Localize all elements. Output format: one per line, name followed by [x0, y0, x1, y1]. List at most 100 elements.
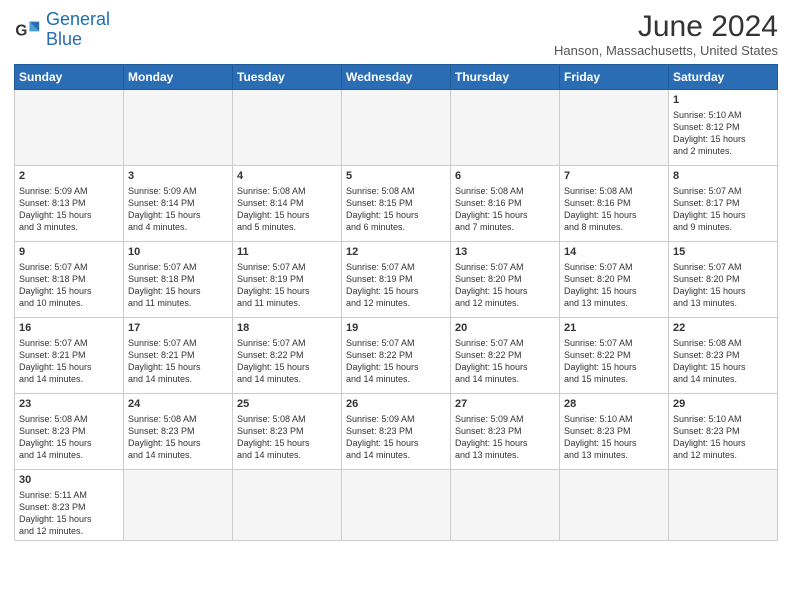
logo: G General Blue [14, 10, 110, 50]
calendar-cell [342, 90, 451, 166]
day-number: 5 [346, 169, 446, 184]
day-info: Sunrise: 5:07 AM Sunset: 8:21 PM Dayligh… [19, 337, 119, 386]
day-number: 19 [346, 321, 446, 336]
calendar-cell: 27Sunrise: 5:09 AM Sunset: 8:23 PM Dayli… [451, 394, 560, 470]
calendar-cell: 19Sunrise: 5:07 AM Sunset: 8:22 PM Dayli… [342, 318, 451, 394]
day-number: 20 [455, 321, 555, 336]
day-number: 30 [19, 473, 119, 488]
day-info: Sunrise: 5:07 AM Sunset: 8:21 PM Dayligh… [128, 337, 228, 386]
calendar-cell: 25Sunrise: 5:08 AM Sunset: 8:23 PM Dayli… [233, 394, 342, 470]
day-number: 10 [128, 245, 228, 260]
day-info: Sunrise: 5:10 AM Sunset: 8:23 PM Dayligh… [673, 413, 773, 462]
day-info: Sunrise: 5:07 AM Sunset: 8:22 PM Dayligh… [564, 337, 664, 386]
calendar-cell: 30Sunrise: 5:11 AM Sunset: 8:23 PM Dayli… [15, 470, 124, 541]
calendar-cell: 5Sunrise: 5:08 AM Sunset: 8:15 PM Daylig… [342, 166, 451, 242]
day-info: Sunrise: 5:07 AM Sunset: 8:20 PM Dayligh… [564, 261, 664, 310]
day-number: 29 [673, 397, 773, 412]
day-number: 4 [237, 169, 337, 184]
calendar-cell: 13Sunrise: 5:07 AM Sunset: 8:20 PM Dayli… [451, 242, 560, 318]
subtitle: Hanson, Massachusetts, United States [554, 43, 778, 58]
day-info: Sunrise: 5:07 AM Sunset: 8:22 PM Dayligh… [455, 337, 555, 386]
calendar-cell: 9Sunrise: 5:07 AM Sunset: 8:18 PM Daylig… [15, 242, 124, 318]
calendar-week-5: 23Sunrise: 5:08 AM Sunset: 8:23 PM Dayli… [15, 394, 778, 470]
calendar-cell: 10Sunrise: 5:07 AM Sunset: 8:18 PM Dayli… [124, 242, 233, 318]
calendar-week-6: 30Sunrise: 5:11 AM Sunset: 8:23 PM Dayli… [15, 470, 778, 541]
day-number: 28 [564, 397, 664, 412]
day-info: Sunrise: 5:07 AM Sunset: 8:22 PM Dayligh… [346, 337, 446, 386]
day-info: Sunrise: 5:11 AM Sunset: 8:23 PM Dayligh… [19, 489, 119, 538]
day-number: 9 [19, 245, 119, 260]
day-number: 14 [564, 245, 664, 260]
day-info: Sunrise: 5:08 AM Sunset: 8:16 PM Dayligh… [455, 185, 555, 234]
day-info: Sunrise: 5:08 AM Sunset: 8:23 PM Dayligh… [673, 337, 773, 386]
day-info: Sunrise: 5:10 AM Sunset: 8:12 PM Dayligh… [673, 109, 773, 158]
day-number: 6 [455, 169, 555, 184]
calendar-cell: 4Sunrise: 5:08 AM Sunset: 8:14 PM Daylig… [233, 166, 342, 242]
day-info: Sunrise: 5:08 AM Sunset: 8:23 PM Dayligh… [128, 413, 228, 462]
calendar-header-saturday: Saturday [669, 65, 778, 90]
calendar-cell: 8Sunrise: 5:07 AM Sunset: 8:17 PM Daylig… [669, 166, 778, 242]
svg-text:G: G [15, 22, 27, 39]
calendar-cell: 6Sunrise: 5:08 AM Sunset: 8:16 PM Daylig… [451, 166, 560, 242]
calendar-cell [451, 90, 560, 166]
day-info: Sunrise: 5:08 AM Sunset: 8:14 PM Dayligh… [237, 185, 337, 234]
page: G General Blue June 2024 Hanson, Massach… [0, 0, 792, 551]
calendar-cell [15, 90, 124, 166]
calendar-cell [233, 470, 342, 541]
main-title: June 2024 [554, 10, 778, 43]
calendar-cell: 18Sunrise: 5:07 AM Sunset: 8:22 PM Dayli… [233, 318, 342, 394]
calendar-cell: 16Sunrise: 5:07 AM Sunset: 8:21 PM Dayli… [15, 318, 124, 394]
calendar-cell: 2Sunrise: 5:09 AM Sunset: 8:13 PM Daylig… [15, 166, 124, 242]
day-info: Sunrise: 5:07 AM Sunset: 8:20 PM Dayligh… [455, 261, 555, 310]
calendar-cell [451, 470, 560, 541]
calendar-cell: 3Sunrise: 5:09 AM Sunset: 8:14 PM Daylig… [124, 166, 233, 242]
day-number: 15 [673, 245, 773, 260]
day-info: Sunrise: 5:07 AM Sunset: 8:19 PM Dayligh… [237, 261, 337, 310]
calendar-cell: 14Sunrise: 5:07 AM Sunset: 8:20 PM Dayli… [560, 242, 669, 318]
day-info: Sunrise: 5:10 AM Sunset: 8:23 PM Dayligh… [564, 413, 664, 462]
title-block: June 2024 Hanson, Massachusetts, United … [554, 10, 778, 58]
day-number: 21 [564, 321, 664, 336]
calendar-cell: 15Sunrise: 5:07 AM Sunset: 8:20 PM Dayli… [669, 242, 778, 318]
day-number: 17 [128, 321, 228, 336]
calendar-header-sunday: Sunday [15, 65, 124, 90]
calendar-cell: 28Sunrise: 5:10 AM Sunset: 8:23 PM Dayli… [560, 394, 669, 470]
day-number: 3 [128, 169, 228, 184]
calendar-cell: 23Sunrise: 5:08 AM Sunset: 8:23 PM Dayli… [15, 394, 124, 470]
calendar-cell: 22Sunrise: 5:08 AM Sunset: 8:23 PM Dayli… [669, 318, 778, 394]
calendar-cell: 11Sunrise: 5:07 AM Sunset: 8:19 PM Dayli… [233, 242, 342, 318]
day-info: Sunrise: 5:07 AM Sunset: 8:18 PM Dayligh… [128, 261, 228, 310]
day-info: Sunrise: 5:08 AM Sunset: 8:23 PM Dayligh… [19, 413, 119, 462]
calendar-header-friday: Friday [560, 65, 669, 90]
calendar-cell [233, 90, 342, 166]
calendar-week-3: 9Sunrise: 5:07 AM Sunset: 8:18 PM Daylig… [15, 242, 778, 318]
calendar-header-wednesday: Wednesday [342, 65, 451, 90]
day-number: 24 [128, 397, 228, 412]
day-number: 25 [237, 397, 337, 412]
calendar-header-monday: Monday [124, 65, 233, 90]
calendar-cell: 26Sunrise: 5:09 AM Sunset: 8:23 PM Dayli… [342, 394, 451, 470]
day-info: Sunrise: 5:07 AM Sunset: 8:18 PM Dayligh… [19, 261, 119, 310]
day-number: 26 [346, 397, 446, 412]
calendar-week-1: 1Sunrise: 5:10 AM Sunset: 8:12 PM Daylig… [15, 90, 778, 166]
day-number: 12 [346, 245, 446, 260]
calendar-cell [560, 90, 669, 166]
calendar-cell: 20Sunrise: 5:07 AM Sunset: 8:22 PM Dayli… [451, 318, 560, 394]
calendar-header-row: SundayMondayTuesdayWednesdayThursdayFrid… [15, 65, 778, 90]
logo-icon: G [14, 16, 42, 44]
day-info: Sunrise: 5:08 AM Sunset: 8:16 PM Dayligh… [564, 185, 664, 234]
day-info: Sunrise: 5:09 AM Sunset: 8:23 PM Dayligh… [346, 413, 446, 462]
logo-text: General Blue [46, 10, 110, 50]
calendar-header-tuesday: Tuesday [233, 65, 342, 90]
day-info: Sunrise: 5:09 AM Sunset: 8:13 PM Dayligh… [19, 185, 119, 234]
day-number: 8 [673, 169, 773, 184]
day-number: 16 [19, 321, 119, 336]
calendar-week-4: 16Sunrise: 5:07 AM Sunset: 8:21 PM Dayli… [15, 318, 778, 394]
day-number: 18 [237, 321, 337, 336]
day-number: 11 [237, 245, 337, 260]
calendar-cell: 1Sunrise: 5:10 AM Sunset: 8:12 PM Daylig… [669, 90, 778, 166]
day-number: 27 [455, 397, 555, 412]
calendar-table: SundayMondayTuesdayWednesdayThursdayFrid… [14, 64, 778, 541]
day-number: 23 [19, 397, 119, 412]
calendar-cell [560, 470, 669, 541]
